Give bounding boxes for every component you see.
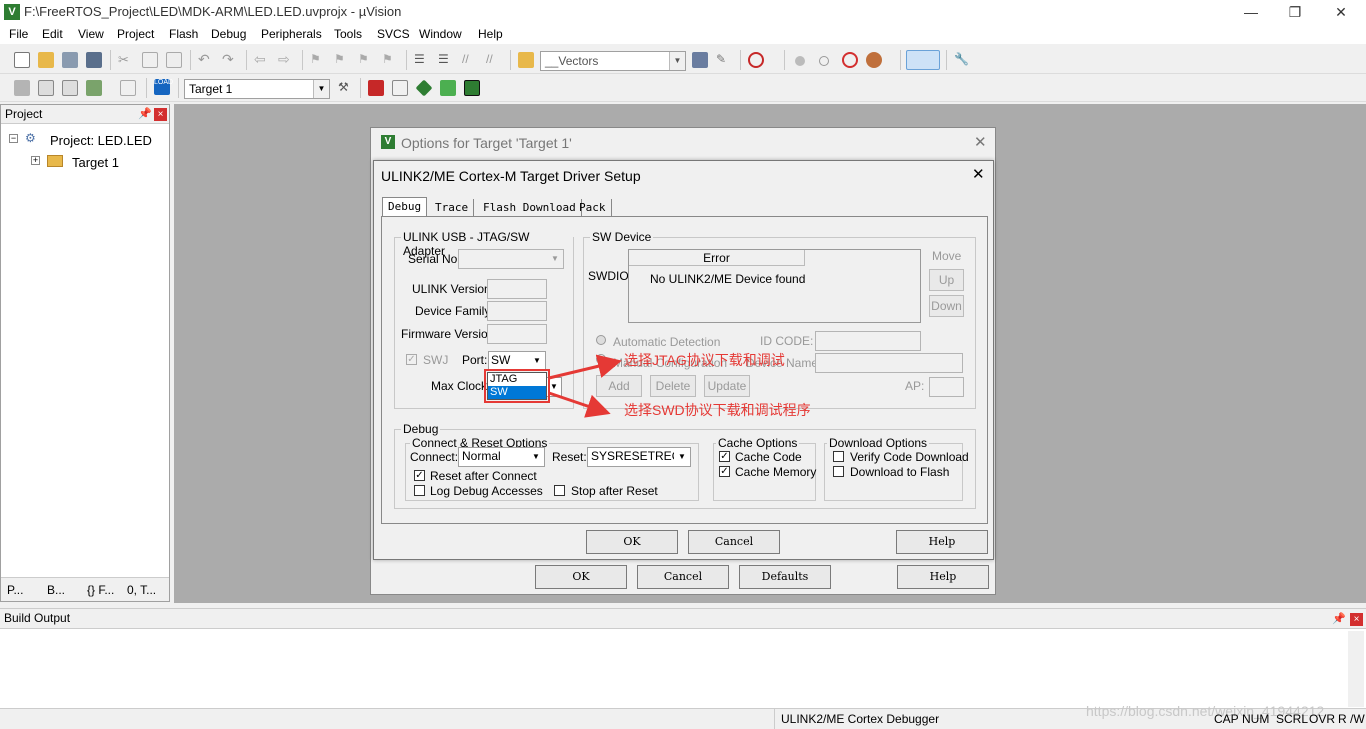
jtag-annotation: 选择JTAG协议下载和调试 bbox=[624, 352, 785, 368]
swd-arrow bbox=[548, 391, 611, 418]
swd-annotation: 选择SWD协议下载和调试程序 bbox=[624, 402, 811, 418]
jtag-arrow bbox=[548, 354, 622, 380]
